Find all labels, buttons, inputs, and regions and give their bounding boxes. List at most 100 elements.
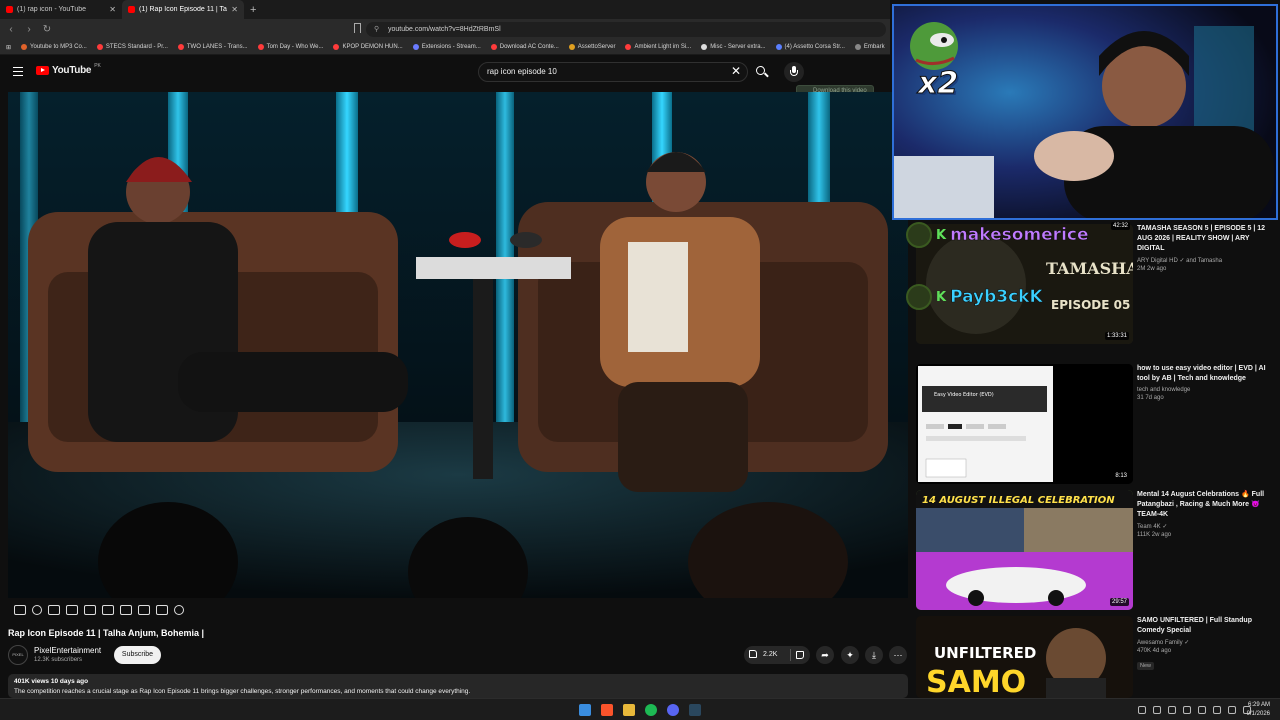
recommendation-meta: 31 7d ago xyxy=(1137,395,1164,401)
recommendation-channel[interactable]: ARY Digital HD ✓ and Tamasha xyxy=(1137,257,1275,264)
bookmark-favicon-icon xyxy=(96,44,103,50)
tab-rap-icon-search[interactable]: (1) rap icon - YouTube ✕ xyxy=(0,0,122,19)
bookmark-item[interactable]: Ambient Light im Si... xyxy=(625,44,691,50)
close-tab-icon[interactable]: ✕ xyxy=(231,5,238,14)
ask-button[interactable]: ✦ xyxy=(841,646,859,664)
filter-icon[interactable] xyxy=(48,605,60,615)
video-thumbnail[interactable]: UNFILTERED SAMO xyxy=(916,616,1133,698)
miniplayer-icon[interactable] xyxy=(84,605,96,615)
search-button[interactable] xyxy=(751,62,773,82)
clock[interactable]: 6:29 AM 9/1/2026 xyxy=(1247,701,1270,719)
back-icon[interactable]: ‹ xyxy=(4,23,18,37)
brave-browser-icon[interactable] xyxy=(601,704,613,716)
tray-chevron-icon[interactable] xyxy=(1138,706,1146,714)
menu-icon[interactable] xyxy=(13,67,23,76)
youtube-logo[interactable]: YouTube PK xyxy=(36,63,101,76)
recommendation-info: TAMASHA SEASON 5 | EPISODE 5 | 12 AUG 20… xyxy=(1137,224,1275,272)
youtube-logo-text: YouTube xyxy=(52,65,92,76)
recommendation-title[interactable]: how to use easy video editor | EVD | AI … xyxy=(1137,364,1275,384)
bookmark-favicon-icon xyxy=(568,44,575,50)
volume-icon[interactable] xyxy=(1228,706,1236,714)
more-actions-button[interactable]: ⋯ xyxy=(889,646,907,664)
theater-icon[interactable] xyxy=(66,605,78,615)
share-button[interactable]: ➦ xyxy=(816,646,834,664)
recommendation-title[interactable]: Mental 14 August Celebrations 🔥 Full Pat… xyxy=(1137,490,1275,520)
audio-icon[interactable] xyxy=(32,605,42,615)
bookmark-label: STECS Standard - Pr... xyxy=(105,44,168,50)
recommendation-item[interactable]: Easy Video Editor (EVD) 8:13 how to use … xyxy=(916,364,1276,484)
file-explorer-icon[interactable] xyxy=(623,704,635,716)
bookmark-item[interactable]: STECS Standard - Pr... xyxy=(96,44,168,50)
close-tab-icon[interactable]: ✕ xyxy=(109,5,116,14)
tray-app-icon[interactable] xyxy=(1153,706,1161,714)
voice-search-button[interactable] xyxy=(784,62,804,82)
recommendation-channel[interactable]: Team 4K ✓ xyxy=(1137,523,1275,530)
bookmark-item[interactable]: TWO LANES - Trans... xyxy=(177,44,248,50)
bookmark-item[interactable]: Tom Day - Who We... xyxy=(257,44,323,50)
bookmark-item[interactable]: Misc - Server extra... xyxy=(701,44,766,50)
download-button[interactable]: ⤓ xyxy=(865,646,883,664)
screen-icon[interactable] xyxy=(102,605,114,615)
subscribe-button[interactable]: Subscribe xyxy=(114,646,161,664)
tab-title: (1) rap icon - YouTube xyxy=(17,6,87,13)
like-icon[interactable] xyxy=(749,650,757,658)
channel-avatar[interactable]: PIXEL xyxy=(8,645,28,665)
recommendation-channel[interactable]: tech and knowledge xyxy=(1137,387,1275,393)
bookmark-item[interactable]: (4) Assetto Corsa Str... xyxy=(775,44,845,50)
screenshot-icon[interactable] xyxy=(156,605,168,615)
duration-badge: 8:13 xyxy=(1113,472,1129,480)
bookmark-icon[interactable] xyxy=(354,23,361,33)
address-bar[interactable]: ⚲ youtube.com/watch?v=8HdZtRBmSl xyxy=(366,22,886,37)
discord-icon[interactable] xyxy=(667,704,679,716)
video-thumbnail[interactable]: Easy Video Editor (EVD) 8:13 xyxy=(916,364,1133,484)
multiplier-text: x2 xyxy=(917,66,959,102)
site-info-icon[interactable]: ⚲ xyxy=(374,22,379,37)
new-tab-button[interactable]: + xyxy=(250,4,256,16)
bookmark-item[interactable]: Embark xyxy=(854,44,885,50)
forward-icon[interactable]: › xyxy=(22,23,36,37)
chat-username: Payb3ckK xyxy=(950,287,1043,308)
description-text: The competition reaches a crucial stage … xyxy=(14,688,471,695)
bookmark-item[interactable]: KPOP DEMON HUN... xyxy=(333,44,403,50)
tab-rap-icon-episode[interactable]: (1) Rap Icon Episode 11 | Talha A ✕ xyxy=(122,0,244,19)
system-tray xyxy=(1138,706,1251,714)
video-player[interactable] xyxy=(8,92,908,598)
search-input[interactable]: rap icon episode 10 xyxy=(478,62,748,82)
settings-gear-icon[interactable] xyxy=(174,605,184,615)
tray-app-icon[interactable] xyxy=(1168,706,1176,714)
youtube-header: YouTube PK rap icon episode 10 ✕ xyxy=(0,56,912,88)
bookmark-item[interactable]: Download AC Conte... xyxy=(490,44,559,50)
reload-icon[interactable]: ↻ xyxy=(40,23,54,37)
video-thumbnail[interactable]: 14 AUGUST ILLEGAL CELEBRATION 29:57 xyxy=(916,490,1133,610)
tray-usb-icon[interactable] xyxy=(1198,706,1206,714)
bookmark-item[interactable]: Extensions - Stream... xyxy=(412,44,481,50)
spotify-icon[interactable] xyxy=(645,704,657,716)
channel-name[interactable]: PixelEntertainment xyxy=(34,646,101,655)
bookmark-item[interactable]: AssettoServer xyxy=(568,44,615,50)
like-count[interactable]: 2.2K xyxy=(763,651,777,658)
description-box[interactable]: 401K views 10 days ago The competition r… xyxy=(8,674,908,698)
bookmark-label: TWO LANES - Trans... xyxy=(186,44,248,50)
recommendation-item[interactable]: 14 AUGUST ILLEGAL CELEBRATION 29:57 Ment… xyxy=(916,490,1276,610)
recommendation-title[interactable]: TAMASHA SEASON 5 | EPISODE 5 | 12 AUG 20… xyxy=(1137,224,1275,254)
wifi-icon[interactable] xyxy=(1213,706,1221,714)
recommendation-channel[interactable]: Awesamo Family ✓ xyxy=(1137,639,1275,646)
recommendation-item[interactable]: UNFILTERED SAMO SAMO UNFILTERED | Full S… xyxy=(916,616,1276,698)
clear-search-icon[interactable]: ✕ xyxy=(731,65,741,77)
bookmark-favicon-icon xyxy=(21,44,28,50)
recommendation-meta: 470K 4d ago xyxy=(1137,648,1172,654)
steam-icon[interactable] xyxy=(689,704,701,716)
apps-grid-icon[interactable]: ⊞ xyxy=(6,44,11,51)
dislike-icon[interactable] xyxy=(796,651,804,659)
video-title: Rap Icon Episode 11 | Talha Anjum, Bohem… xyxy=(8,628,205,638)
tab-title: (1) Rap Icon Episode 11 | Talha A xyxy=(139,6,227,13)
windows-start-icon[interactable] xyxy=(579,704,591,716)
bookmark-favicon-icon xyxy=(775,44,782,50)
loop-icon[interactable] xyxy=(14,605,26,615)
bookmark-item[interactable]: Youtube to MP3 Co... xyxy=(21,44,87,50)
bookmark-label: (4) Assetto Corsa Str... xyxy=(784,44,845,50)
recommendation-title[interactable]: SAMO UNFILTERED | Full Standup Comedy Sp… xyxy=(1137,616,1275,636)
tray-app-icon[interactable] xyxy=(1183,706,1191,714)
split-icon[interactable] xyxy=(138,605,150,615)
pip-icon[interactable] xyxy=(120,605,132,615)
